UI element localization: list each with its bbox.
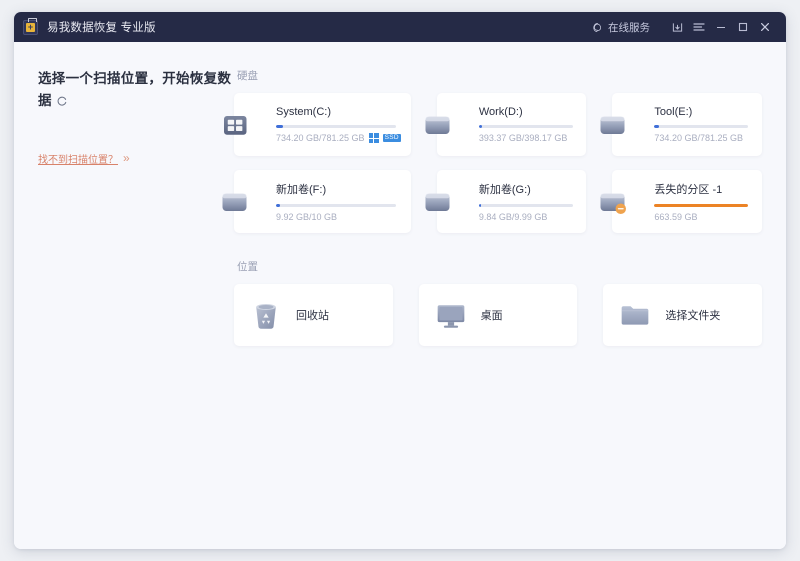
disk-card[interactable]: 新加卷(G:) 9.84 GB/9.99 GB: [437, 170, 587, 233]
drive-icon: [421, 187, 463, 217]
disk-meta-line: 734.20 GB/781.25 GB: [654, 133, 752, 143]
maximize-icon[interactable]: [732, 16, 754, 38]
windows-drive-icon: [218, 110, 260, 140]
upgrade-icon[interactable]: [666, 16, 688, 38]
close-icon[interactable]: [754, 16, 776, 38]
drive-icon: [421, 110, 463, 140]
drive-icon: [596, 110, 638, 140]
desktop-monitor-icon: [435, 299, 467, 331]
disk-info: 新加卷(G:) 9.84 GB/9.99 GB: [479, 181, 587, 222]
main-content: 选择一个扫描位置，开始恢复数据 找不到扫描位置？ » 硬盘: [14, 42, 786, 549]
disk-usage-text: 734.20 GB/781.25 GB: [276, 133, 365, 143]
disk-usage-bar: [276, 125, 396, 128]
title-bar: + 易我数据恢复 专业版 在线服务: [14, 12, 786, 42]
disk-usage-bar: [654, 125, 748, 128]
disk-name: System(C:): [276, 106, 401, 118]
disk-meta-line: 393.37 GB/398.17 GB: [479, 133, 577, 143]
drive-icon: [218, 187, 260, 217]
disk-meta-line: 9.92 GB/10 GB: [276, 212, 401, 222]
disk-usage-bar: [479, 204, 573, 207]
page-title-block: 选择一个扫描位置，开始恢复数据: [38, 68, 234, 113]
cannot-find-location-link[interactable]: 找不到扫描位置？ »: [38, 151, 130, 166]
disk-info: Tool(E:) 734.20 GB/781.25 GB: [654, 106, 762, 143]
disk-card[interactable]: Work(D:) 393.37 GB/398.17 GB: [437, 93, 587, 156]
minimize-icon[interactable]: [710, 16, 732, 38]
online-service-label: 在线服务: [608, 20, 650, 35]
online-service-button[interactable]: 在线服务: [592, 20, 650, 35]
disk-usage-bar: [654, 204, 748, 207]
location-name: 选择文件夹: [665, 307, 720, 323]
location-name: 回收站: [296, 307, 329, 323]
disk-meta-line: 9.84 GB/9.99 GB: [479, 212, 577, 222]
headset-icon: [592, 22, 603, 33]
disk-info: 丢失的分区 -1 663.59 GB: [654, 181, 762, 222]
menu-icon[interactable]: [688, 16, 710, 38]
disk-meta-line: 734.20 GB/781.25 GB SSD: [276, 133, 401, 143]
disk-usage-text: 9.84 GB/9.99 GB: [479, 212, 548, 222]
disk-info: System(C:) 734.20 GB/781.25 GB SSD: [276, 106, 411, 143]
disk-name: Work(D:): [479, 106, 577, 118]
app-window: + 易我数据恢复 专业版 在线服务: [14, 12, 786, 549]
folder-icon: [619, 299, 651, 331]
disk-grid: System(C:) 734.20 GB/781.25 GB SSD: [234, 93, 762, 233]
location-card-select-folder[interactable]: 选择文件夹: [603, 284, 762, 346]
windows-logo-badge: [369, 133, 379, 143]
disk-name: Tool(E:): [654, 106, 752, 118]
disk-usage-bar: [479, 125, 573, 128]
disk-usage-text: 734.20 GB/781.25 GB: [654, 133, 743, 143]
disk-usage-text: 663.59 GB: [654, 212, 697, 222]
app-title: 易我数据恢复 专业版: [47, 19, 156, 35]
section-label-locations: 位置: [237, 259, 762, 274]
disk-meta-line: 663.59 GB: [654, 212, 752, 222]
cannot-find-location-label: 找不到扫描位置？: [38, 151, 118, 166]
disk-usage-text: 393.37 GB/398.17 GB: [479, 133, 568, 143]
left-pane: 选择一个扫描位置，开始恢复数据 找不到扫描位置？ »: [14, 68, 234, 549]
section-label-disks: 硬盘: [237, 68, 762, 83]
location-name: 桌面: [481, 307, 503, 323]
refresh-icon[interactable]: [56, 95, 68, 107]
double-chevron-right-icon: »: [123, 151, 130, 165]
location-card-desktop[interactable]: 桌面: [419, 284, 578, 346]
ssd-badge: SSD: [383, 134, 401, 143]
disk-card[interactable]: 新加卷(F:) 9.92 GB/10 GB: [234, 170, 411, 233]
disk-card[interactable]: Tool(E:) 734.20 GB/781.25 GB: [612, 93, 762, 156]
disk-card[interactable]: System(C:) 734.20 GB/781.25 GB SSD: [234, 93, 411, 156]
location-card-recycle-bin[interactable]: 回收站: [234, 284, 393, 346]
location-grid: 回收站 桌面: [234, 284, 762, 346]
disk-usage-bar: [276, 204, 396, 207]
disk-name: 新加卷(F:): [276, 181, 401, 197]
disk-name: 新加卷(G:): [479, 181, 577, 197]
right-pane: 硬盘: [234, 68, 786, 549]
disk-card-lost-partition[interactable]: 丢失的分区 -1 663.59 GB: [612, 170, 762, 233]
disk-name: 丢失的分区 -1: [654, 181, 752, 197]
recycle-bin-icon: [250, 299, 282, 331]
disk-usage-text: 9.92 GB/10 GB: [276, 212, 337, 222]
lost-partition-icon: [596, 187, 638, 217]
disk-info: 新加卷(F:) 9.92 GB/10 GB: [276, 181, 411, 222]
disk-info: Work(D:) 393.37 GB/398.17 GB: [479, 106, 587, 143]
toolkit-icon: +: [23, 20, 38, 35]
